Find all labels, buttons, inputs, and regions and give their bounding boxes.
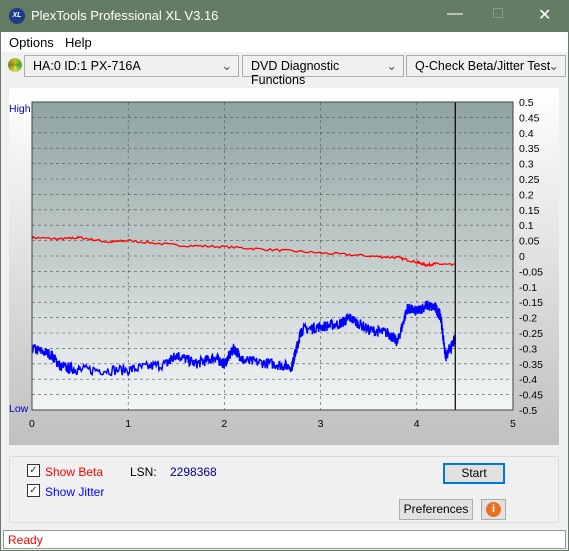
chevron-down-icon: ⌄ xyxy=(221,59,232,73)
y-tick-label: -0.1 xyxy=(519,282,537,294)
y-tick-label: 0.15 xyxy=(519,205,540,217)
y-tick-label: 0.3 xyxy=(519,159,534,171)
title-bar: XL PlexTools Professional XL V3.16 — □ ✕ xyxy=(1,1,568,32)
menu-help[interactable]: Help xyxy=(65,35,92,50)
chevron-down-icon: ⌄ xyxy=(386,59,397,73)
window-title: PlexTools Professional XL V3.16 xyxy=(31,8,219,23)
y-tick-label: -0.05 xyxy=(519,266,543,278)
toolbar: HA:0 ID:1 PX-716A ⌄ DVD Diagnostic Functi… xyxy=(1,52,568,87)
axis-label-low: Low xyxy=(9,403,29,415)
y-tick-label: -0.2 xyxy=(519,313,537,325)
axis-label-high: High xyxy=(9,103,31,115)
y-tick-label: 0.1 xyxy=(519,220,534,232)
disc-icon xyxy=(8,58,22,72)
y-tick-label: -0.45 xyxy=(519,390,543,402)
close-button[interactable]: ✕ xyxy=(538,5,551,25)
y-tick-label: 0.4 xyxy=(519,128,534,140)
y-tick-label: 0.2 xyxy=(519,189,534,201)
y-tick-label: -0.35 xyxy=(519,359,543,371)
x-tick-label: 4 xyxy=(414,418,420,430)
show-beta-checkbox[interactable]: ✓ xyxy=(27,464,40,477)
x-tick-label: 2 xyxy=(221,418,227,430)
y-tick-label: 0.5 xyxy=(519,97,534,109)
lsn-label: LSN: xyxy=(130,465,157,479)
x-tick-label: 1 xyxy=(125,418,131,430)
category-select[interactable]: DVD Diagnostic Functions ⌄ xyxy=(242,55,404,87)
drive-select[interactable]: HA:0 ID:1 PX-716A ⌄ xyxy=(24,55,239,77)
y-tick-label: -0.15 xyxy=(519,297,543,309)
test-select[interactable]: Q-Check Beta/Jitter Test ⌄ xyxy=(406,55,566,77)
y-tick-label: -0.5 xyxy=(519,405,537,417)
drive-value: HA:0 ID:1 PX-716A xyxy=(33,59,141,73)
info-icon: i xyxy=(486,502,501,517)
lsn-value: 2298368 xyxy=(170,465,217,479)
test-value: Q-Check Beta/Jitter Test xyxy=(415,59,551,73)
status-bar: Ready xyxy=(3,530,566,549)
info-button[interactable]: i xyxy=(481,499,506,520)
minimize-button[interactable]: — xyxy=(447,5,463,23)
chart-panel: 0.5 0.45 0.4 0.35 0.3 0.25 0.2 0.15 0.1 0.05 0 -0.0… xyxy=(9,88,559,445)
maximize-button[interactable]: □ xyxy=(493,5,503,23)
y-tick-label: -0.3 xyxy=(519,343,537,355)
beta-jitter-chart: 0.5 0.45 0.4 0.35 0.3 0.25 0.2 0.15 0.1 0.05 0 -0.0… xyxy=(9,97,543,430)
controls-panel: ✓ Show Beta ✓ Show Jitter LSN: 2298368 S… xyxy=(9,456,559,523)
menu-options[interactable]: Options xyxy=(9,35,54,50)
chevron-down-icon: ⌄ xyxy=(548,59,559,73)
show-jitter-label[interactable]: Show Jitter xyxy=(45,485,104,499)
x-tick-label: 5 xyxy=(510,418,516,430)
y-tick-label: 0.45 xyxy=(519,112,540,124)
y-tick-label: 0.05 xyxy=(519,236,540,248)
category-value: DVD Diagnostic Functions xyxy=(251,59,340,87)
y-tick-label: 0.25 xyxy=(519,174,540,186)
show-jitter-checkbox[interactable]: ✓ xyxy=(27,484,40,497)
x-tick-label: 3 xyxy=(318,418,324,430)
start-button[interactable]: Start xyxy=(443,463,505,484)
menu-bar: Options Help xyxy=(1,32,568,52)
show-beta-label[interactable]: Show Beta xyxy=(45,465,103,479)
preferences-button[interactable]: Preferences xyxy=(399,499,473,520)
y-tick-label: 0.35 xyxy=(519,143,540,155)
app-logo: XL xyxy=(9,8,25,24)
y-tick-label: -0.25 xyxy=(519,328,543,340)
y-tick-label: -0.4 xyxy=(519,374,537,386)
x-tick-label: 0 xyxy=(29,418,35,430)
y-tick-label: 0 xyxy=(519,251,525,263)
